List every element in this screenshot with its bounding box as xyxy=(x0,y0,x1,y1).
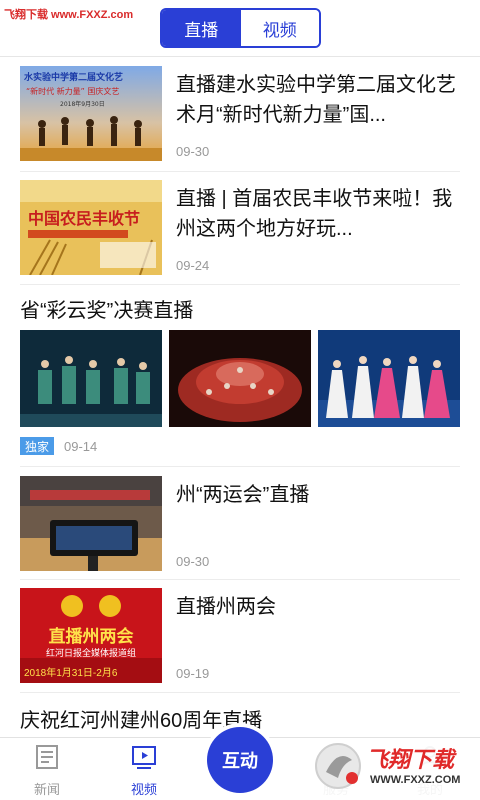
tab-live[interactable]: 直播 xyxy=(162,10,241,46)
thumbnail-image xyxy=(20,476,162,571)
svg-text:“新时代 新力量” 国庆文艺: “新时代 新力量” 国庆文艺 xyxy=(26,86,119,96)
video-icon xyxy=(132,746,156,769)
gallery-images[interactable] xyxy=(20,330,460,427)
header-divider xyxy=(0,56,480,57)
item-divider xyxy=(20,171,460,172)
svg-text:2018年9月30日: 2018年9月30日 xyxy=(60,100,105,108)
news-title: 直播州两会 xyxy=(176,596,276,618)
news-title: 直播建水实验中学第二届文化艺术月“新时代新力量”国... xyxy=(176,74,456,126)
thumb-headline: 直播州两会 xyxy=(48,627,134,646)
watermark-top-text: 飞翔下载 www.FXXZ.com xyxy=(4,9,134,21)
thumbnail-image: 直播州两会 红河日报全媒体报道组 2018年1月31日-2月6 xyxy=(20,588,162,683)
gallery-image xyxy=(169,330,311,427)
watermark-brand: 飞翔下载 xyxy=(366,747,455,772)
svg-text:水实验中学第二届文化艺: 水实验中学第二届文化艺 xyxy=(24,71,123,83)
tab-video[interactable]: 视频 xyxy=(240,10,319,46)
watermark-logo: 飞翔下载 WWW.FXXZ.COM xyxy=(312,738,472,796)
exclusive-badge: 独家 xyxy=(20,437,54,455)
interact-button[interactable]: 互动 xyxy=(207,727,273,793)
svg-text:中国农民丰收节: 中国农民丰收节 xyxy=(28,209,140,228)
gallery-image xyxy=(20,330,162,427)
list-item[interactable]: 中国农民丰收节 直播 | 首届农民丰收节来啦！我州这两个地方好玩... 09-2… xyxy=(20,180,460,275)
news-date: 09-30 xyxy=(176,554,210,569)
nav-video-label: 视频 xyxy=(130,782,157,797)
news-date: 09-30 xyxy=(176,144,210,159)
watermark-url: WWW.FXXZ.COM xyxy=(370,774,461,786)
news-title: 州“两运会”直播 xyxy=(176,484,310,506)
gallery-title[interactable]: 省“彩云奖”决赛直播 xyxy=(20,294,193,323)
list-item[interactable]: 州“两运会”直播 09-30 xyxy=(20,476,460,571)
item-divider xyxy=(20,692,460,693)
nav-video[interactable]: 视频 xyxy=(114,744,174,798)
nav-news-label: 新闻 xyxy=(33,782,60,797)
gallery-image xyxy=(318,330,460,427)
news-date: 09-24 xyxy=(176,258,210,273)
list-item[interactable]: 直播州两会 红河日报全媒体报道组 2018年1月31日-2月6 直播州两会 09… xyxy=(20,588,460,683)
top-tab-switcher: 直播 视频 xyxy=(160,8,321,48)
list-item[interactable]: 水实验中学第二届文化艺 “新时代 新力量” 国庆文艺 2018年9月30日 直播… xyxy=(20,66,460,161)
news-date: 09-19 xyxy=(176,666,210,681)
item-divider xyxy=(20,284,460,285)
thumbnail-image: 中国农民丰收节 xyxy=(20,180,162,275)
thumb-date: 2018年1月31日-2月6 xyxy=(24,668,118,679)
newspaper-icon xyxy=(36,745,58,769)
thumbnail-image: 水实验中学第二届文化艺 “新时代 新力量” 国庆文艺 2018年9月30日 xyxy=(20,66,162,161)
item-divider xyxy=(20,579,460,580)
news-title[interactable]: 庆祝红河州建州60周年直播 xyxy=(20,704,262,733)
item-divider xyxy=(20,466,460,467)
news-date: 09-14 xyxy=(64,439,98,454)
nav-news[interactable]: 新闻 xyxy=(17,744,77,798)
thumb-subtitle: 红河日报全媒体报道组 xyxy=(45,648,136,658)
news-title: 直播 | 首届农民丰收节来啦！我州这两个地方好玩... xyxy=(176,188,453,240)
